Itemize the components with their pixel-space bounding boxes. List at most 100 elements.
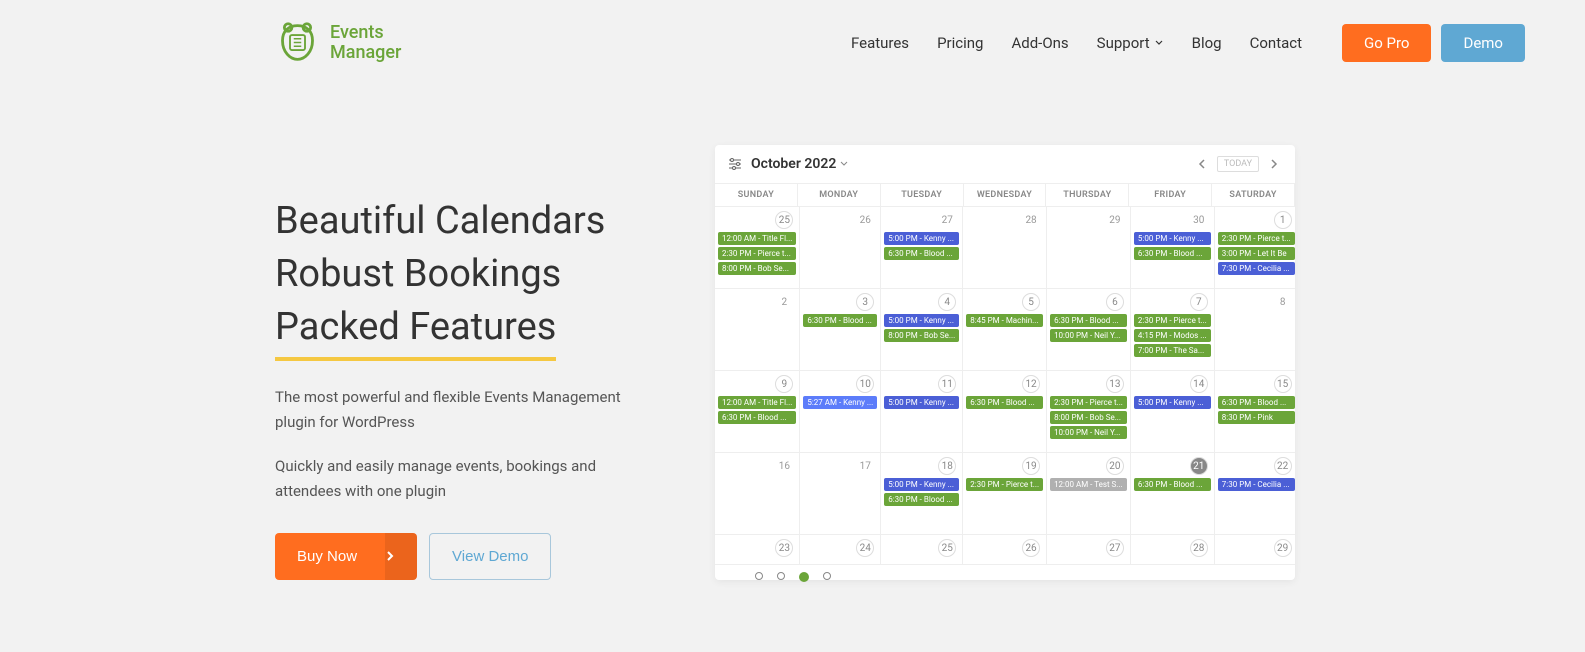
calendar-cell[interactable]: 8: [1215, 289, 1295, 371]
calendar-cell[interactable]: 25: [881, 535, 963, 565]
calendar-cell[interactable]: 912:00 AM - Title Fl...6:30 PM - Blood .…: [715, 371, 800, 453]
calendar-cell[interactable]: 305:00 PM - Kenny ...6:30 PM - Blood ...: [1131, 207, 1215, 289]
carousel-dot-1[interactable]: [755, 572, 763, 580]
calendar-event[interactable]: 10:00 PM - Neil Y...: [1050, 426, 1127, 439]
calendar-cell[interactable]: 23: [715, 535, 800, 565]
calendar-event[interactable]: 2:30 PM - Pierce t...: [1218, 232, 1295, 245]
calendar-event[interactable]: 5:00 PM - Kenny ...: [1134, 396, 1211, 409]
calendar-cell[interactable]: 192:30 PM - Pierce t...: [963, 453, 1047, 535]
calendar-cell[interactable]: 66:30 PM - Blood ...10:00 PM - Neil Y...: [1047, 289, 1131, 371]
calendar-event[interactable]: 10:00 PM - Neil Y...: [1050, 329, 1127, 342]
calendar-cell[interactable]: 24: [800, 535, 881, 565]
calendar-cell[interactable]: 36:30 PM - Blood ...: [800, 289, 881, 371]
calendar-cell[interactable]: 58:45 PM - Machin...: [963, 289, 1047, 371]
calendar-cell[interactable]: 17: [800, 453, 881, 535]
calendar-date: 11: [938, 375, 956, 393]
calendar-cell[interactable]: 16: [715, 453, 800, 535]
calendar-cell[interactable]: 132:30 PM - Pierce t...8:00 PM - Bob Se.…: [1047, 371, 1131, 453]
calendar-date: 22: [1274, 457, 1292, 475]
next-month-button[interactable]: [1265, 155, 1283, 173]
carousel-dot-2[interactable]: [777, 572, 785, 580]
nav-contact[interactable]: Contact: [1250, 34, 1302, 52]
calendar-cell[interactable]: 126:30 PM - Blood ...: [963, 371, 1047, 453]
calendar-event[interactable]: 6:30 PM - Blood ...: [966, 396, 1043, 409]
calendar-event[interactable]: 2:30 PM - Pierce t...: [1134, 314, 1211, 327]
calendar-cell[interactable]: 12:30 PM - Pierce t...3:00 PM - Let It B…: [1215, 207, 1295, 289]
calendar-cell[interactable]: 275:00 PM - Kenny ...6:30 PM - Blood ...: [881, 207, 963, 289]
calendar-event[interactable]: 2:30 PM - Pierce t...: [718, 247, 796, 260]
header: Events Manager Features Pricing Add-Ons …: [0, 0, 1585, 85]
calendar-cell[interactable]: 11 5:00 PM - Kenny ...: [881, 371, 963, 453]
calendar-cell[interactable]: 2: [715, 289, 800, 371]
calendar-event[interactable]: 12:00 AM - Title Fl...: [718, 396, 796, 409]
calendar-event[interactable]: 7:00 PM - The Sa...: [1134, 344, 1211, 357]
calendar-event[interactable]: 4:15 PM - Modos ...: [1134, 329, 1211, 342]
calendar-cell[interactable]: 29: [1047, 207, 1131, 289]
hero: Beautiful Calendars Robust Bookings Pack…: [0, 85, 1585, 580]
calendar-event[interactable]: 6:30 PM - Blood ...: [1050, 314, 1127, 327]
calendar-title-text: October 2022: [751, 156, 836, 172]
calendar-cell[interactable]: 28: [1131, 535, 1215, 565]
nav-pricing[interactable]: Pricing: [937, 34, 983, 52]
calendar-event[interactable]: 5:00 PM - Kenny ...: [884, 396, 959, 409]
chevron-left-icon: [1197, 158, 1207, 170]
calendar-cell[interactable]: 27: [1047, 535, 1131, 565]
calendar-event[interactable]: 12:00 AM - Test S...: [1050, 478, 1127, 491]
calendar-event[interactable]: 6:30 PM - Blood ...: [884, 247, 959, 260]
calendar-cell[interactable]: 26: [963, 535, 1047, 565]
calendar-event[interactable]: 8:00 PM - Bob Se...: [718, 262, 796, 275]
calendar-cell[interactable]: 216:30 PM - Blood ...: [1131, 453, 1215, 535]
calendar-event[interactable]: 2:30 PM - Pierce t...: [966, 478, 1043, 491]
logo[interactable]: Events Manager: [275, 20, 401, 65]
nav-features[interactable]: Features: [851, 34, 909, 52]
calendar-event[interactable]: 8:00 PM - Bob Se...: [884, 329, 959, 342]
calendar-cell[interactable]: 22 7:30 PM - Cecilia ...: [1215, 453, 1295, 535]
calendar-event[interactable]: 5:00 PM - Kenny ...: [884, 478, 959, 491]
buy-now-button[interactable]: Buy Now: [275, 533, 417, 580]
calendar-event[interactable]: 5:00 PM - Kenny ...: [884, 314, 959, 327]
calendar-event[interactable]: 5:00 PM - Kenny ...: [884, 232, 959, 245]
calendar-event[interactable]: 5:27 AM - Kenny ...: [803, 396, 877, 409]
calendar-event[interactable]: 12:00 AM - Title Fl...: [718, 232, 796, 245]
nav-support[interactable]: Support: [1097, 34, 1164, 52]
calendar-event[interactable]: 6:30 PM - Blood ...: [803, 314, 877, 327]
calendar-event[interactable]: 8:45 PM - Machin...: [966, 314, 1043, 327]
calendar-cell[interactable]: 2012:00 AM - Test S...: [1047, 453, 1131, 535]
calendar-event[interactable]: 7:30 PM - Cecilia ...: [1218, 478, 1295, 491]
calendar-cell[interactable]: 72:30 PM - Pierce t...4:15 PM - Modos ..…: [1131, 289, 1215, 371]
calendar-event[interactable]: 8:00 PM - Bob Se...: [1050, 411, 1127, 424]
today-button[interactable]: TODAY: [1217, 156, 1259, 172]
carousel-dot-3[interactable]: [799, 572, 809, 582]
demo-button[interactable]: Demo: [1441, 24, 1525, 62]
calendar-cell[interactable]: 156:30 PM - Blood ...8:30 PM - Pink: [1215, 371, 1295, 453]
calendar-event[interactable]: 6:30 PM - Blood ...: [1134, 247, 1211, 260]
calendar-cell[interactable]: 2512:00 AM - Title Fl...2:30 PM - Pierce…: [715, 207, 800, 289]
view-demo-button[interactable]: View Demo: [429, 533, 551, 580]
calendar-event[interactable]: 5:00 PM - Kenny ...: [1134, 232, 1211, 245]
calendar-cell[interactable]: 26: [800, 207, 881, 289]
carousel-dots: [755, 572, 831, 582]
nav-addons[interactable]: Add-Ons: [1011, 34, 1068, 52]
calendar-event[interactable]: 7:30 PM - Cecilia ...: [1218, 262, 1295, 275]
calendar-event[interactable]: 3:00 PM - Let It Be: [1218, 247, 1295, 260]
calendar-event[interactable]: 6:30 PM - Blood ...: [884, 493, 959, 506]
calendar-event[interactable]: 6:30 PM - Blood ...: [718, 411, 796, 424]
calendar-cell[interactable]: 145:00 PM - Kenny ...: [1131, 371, 1215, 453]
prev-month-button[interactable]: [1193, 155, 1211, 173]
calendar-event[interactable]: 8:30 PM - Pink: [1218, 411, 1295, 424]
logo-icon: [275, 20, 320, 65]
nav-blog[interactable]: Blog: [1192, 34, 1222, 52]
header-cta: Go Pro Demo: [1342, 24, 1525, 62]
calendar-cell[interactable]: 185:00 PM - Kenny ...6:30 PM - Blood ...: [881, 453, 963, 535]
calendar-event[interactable]: 2:30 PM - Pierce t...: [1050, 396, 1127, 409]
calendar-event[interactable]: 6:30 PM - Blood ...: [1218, 396, 1295, 409]
gopro-button[interactable]: Go Pro: [1342, 24, 1431, 62]
carousel-dot-4[interactable]: [823, 572, 831, 580]
calendar-event[interactable]: 6:30 PM - Blood ...: [1134, 478, 1211, 491]
calendar-title[interactable]: October 2022: [751, 156, 848, 172]
calendar-cell[interactable]: 29: [1215, 535, 1295, 565]
calendar-cell[interactable]: 105:27 AM - Kenny ...: [800, 371, 881, 453]
filter-icon[interactable]: [727, 156, 743, 172]
calendar-cell[interactable]: 28: [963, 207, 1047, 289]
calendar-cell[interactable]: 45:00 PM - Kenny ...8:00 PM - Bob Se...: [881, 289, 963, 371]
